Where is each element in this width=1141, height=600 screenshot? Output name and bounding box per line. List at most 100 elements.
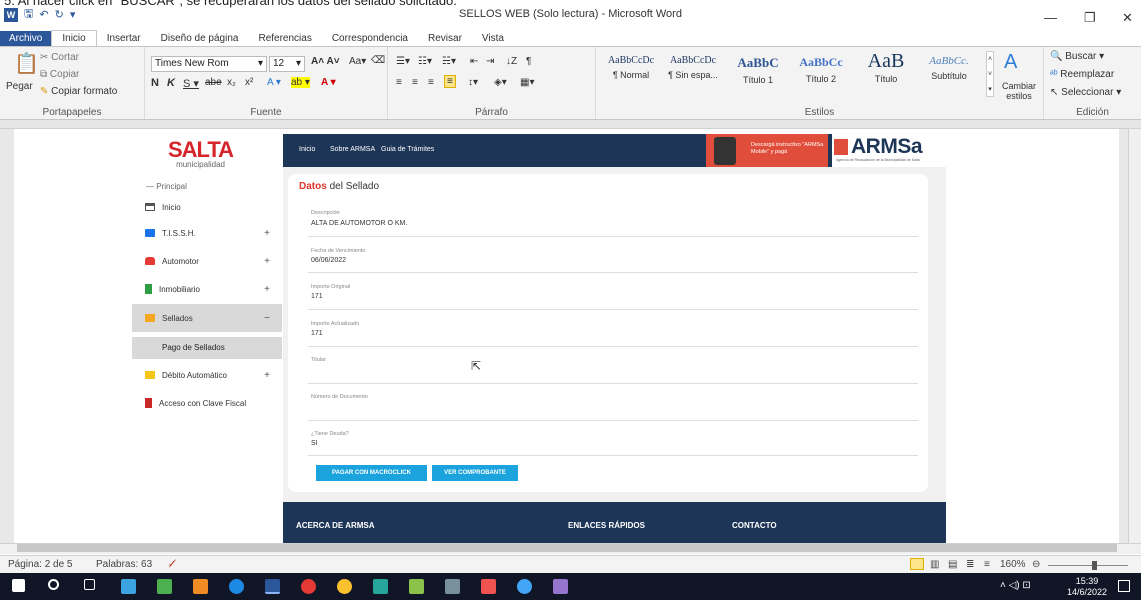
zoom-out-icon[interactable]: ⊖ bbox=[1032, 559, 1040, 570]
draft-icon[interactable]: ≡ bbox=[984, 559, 990, 570]
tab-correspondencia[interactable]: Correspondencia bbox=[322, 31, 418, 46]
style-titulo-1[interactable]: AaBbC Título 1 bbox=[728, 55, 788, 85]
restore-button[interactable]: ❐ bbox=[1084, 10, 1096, 26]
chrome-icon[interactable] bbox=[337, 579, 352, 594]
proofing-icon[interactable]: ✓̸ bbox=[168, 559, 176, 570]
style-subtitulo[interactable]: AaBbCc. Subtítulo bbox=[918, 55, 980, 81]
sidebar-item-automotor[interactable]: Automotor + bbox=[132, 248, 282, 274]
minimize-button[interactable]: — bbox=[1044, 10, 1057, 25]
copy-button[interactable]: ⧉ Copiar bbox=[40, 69, 79, 80]
text-effects-icon[interactable]: A ▾ bbox=[267, 77, 281, 88]
style-titulo-2[interactable]: AaBbCc Título 2 bbox=[790, 55, 852, 84]
ver-comprobante-button[interactable]: VER COMPROBANTE bbox=[432, 465, 518, 481]
clear-format-icon[interactable]: ⌫ bbox=[371, 55, 385, 66]
select-button[interactable]: ↖ Seleccionar ▾ bbox=[1050, 87, 1121, 98]
style-normal[interactable]: AaBbCcDc ¶ Normal bbox=[602, 55, 660, 80]
font-size-select[interactable]: 12 ▾ bbox=[269, 56, 305, 72]
expand-icon[interactable]: + bbox=[264, 228, 270, 239]
sidebar-subitem-pago-sellados[interactable]: Pago de Sellados bbox=[132, 337, 282, 359]
bullets-icon[interactable]: ☰▾ bbox=[396, 56, 410, 67]
expand-icon[interactable]: + bbox=[264, 284, 270, 295]
task-view-icon[interactable] bbox=[84, 579, 95, 590]
font-color-icon[interactable]: A ▾ bbox=[321, 77, 336, 88]
horizontal-scroll-thumb[interactable] bbox=[17, 544, 1117, 552]
decrease-indent-icon[interactable]: ⇤ bbox=[470, 56, 478, 67]
page-count[interactable]: Página: 2 de 5 bbox=[8, 559, 73, 570]
app-icon-red[interactable] bbox=[301, 579, 316, 594]
sidebar-item-tissh[interactable]: T.I.S.S.H. + bbox=[132, 220, 282, 246]
change-styles-button[interactable]: Cambiar estilos bbox=[998, 81, 1040, 101]
highlight-icon[interactable]: ab ▾ bbox=[291, 77, 310, 88]
sort-icon[interactable]: ↓Z bbox=[506, 56, 517, 67]
find-button[interactable]: 🔍 Buscar ▾ bbox=[1050, 51, 1104, 62]
app-icon-teal[interactable] bbox=[373, 579, 388, 594]
windows-start-icon[interactable] bbox=[12, 579, 25, 592]
tab-archivo[interactable]: Archivo bbox=[0, 30, 52, 46]
nav-guia-tramites[interactable]: Guia de Trámites bbox=[381, 146, 434, 153]
grow-font-icon[interactable]: A˄ A˅ bbox=[311, 56, 340, 67]
replace-button[interactable]: ᵃᵇ Reemplazar bbox=[1050, 69, 1114, 80]
line-spacing-icon[interactable]: ↕▾ bbox=[468, 77, 478, 88]
cut-button[interactable]: ✂ Cortar bbox=[40, 52, 79, 63]
underline-icon[interactable]: S ▾ bbox=[183, 77, 199, 90]
sidebar-item-clave-fiscal[interactable]: Acceso con Clave Fiscal bbox=[132, 390, 282, 416]
shading-icon[interactable]: ◈▾ bbox=[494, 77, 507, 88]
app-icon-gray[interactable] bbox=[445, 579, 460, 594]
expand-icon[interactable]: + bbox=[264, 370, 270, 381]
borders-icon[interactable]: ▦▾ bbox=[520, 77, 534, 88]
pagar-macroclick-button[interactable]: PAGAR CON MACROCLICK bbox=[316, 465, 427, 481]
notifications-icon[interactable] bbox=[1118, 580, 1130, 592]
style-sin-espaciado[interactable]: AaBbCcDc ¶ Sin espa... bbox=[662, 55, 724, 80]
style-titulo[interactable]: AaB Título bbox=[856, 50, 916, 84]
align-left-icon[interactable]: ≡ bbox=[396, 77, 402, 88]
system-tray-icons[interactable]: ˄ ◁) ⊡ bbox=[1000, 580, 1031, 591]
vertical-scrollbar[interactable] bbox=[1128, 129, 1141, 543]
close-button[interactable]: ✕ bbox=[1122, 10, 1133, 26]
align-center-icon[interactable]: ≡ bbox=[412, 77, 418, 88]
tab-revisar[interactable]: Revisar bbox=[418, 31, 472, 46]
italic-icon[interactable]: K bbox=[167, 77, 175, 89]
app-icon-orange[interactable] bbox=[193, 579, 208, 594]
zoom-level[interactable]: 160% bbox=[1000, 559, 1026, 570]
sidebar-item-inicio[interactable]: Inicio bbox=[132, 194, 282, 220]
outline-icon[interactable]: ≣ bbox=[966, 559, 974, 570]
footer-contacto[interactable]: CONTACTO bbox=[732, 521, 777, 530]
justify-icon[interactable]: ≡ bbox=[444, 75, 456, 88]
increase-indent-icon[interactable]: ⇥ bbox=[486, 56, 494, 67]
format-painter-button[interactable]: ✎ Copiar formato bbox=[40, 86, 117, 97]
tab-insertar[interactable]: Insertar bbox=[97, 31, 151, 46]
edge-legacy-icon[interactable] bbox=[229, 579, 244, 594]
word-count[interactable]: Palabras: 63 bbox=[96, 559, 152, 570]
collapse-icon[interactable]: − bbox=[264, 313, 270, 324]
footer-enlaces[interactable]: ENLACES RÁPIDOS bbox=[568, 521, 645, 530]
paste-icon[interactable]: 📋 bbox=[14, 51, 39, 76]
zoom-slider[interactable] bbox=[1048, 565, 1128, 566]
web-layout-icon[interactable]: ▤ bbox=[948, 559, 957, 570]
change-case-icon[interactable]: Aa▾ bbox=[349, 56, 366, 67]
numbering-icon[interactable]: ☷▾ bbox=[418, 56, 432, 67]
align-right-icon[interactable]: ≡ bbox=[428, 77, 434, 88]
show-marks-icon[interactable]: ¶ bbox=[526, 56, 531, 67]
tab-inicio[interactable]: Inicio bbox=[51, 30, 97, 46]
expand-icon[interactable]: + bbox=[264, 256, 270, 267]
change-styles-icon[interactable]: A bbox=[1004, 51, 1017, 74]
internet-explorer-icon[interactable] bbox=[517, 579, 532, 594]
zoom-slider-handle[interactable] bbox=[1092, 561, 1097, 570]
promo-banner[interactable]: Descargá instructivo "ARMSa Mobile" y pa… bbox=[706, 134, 828, 167]
app-icon-lime[interactable] bbox=[409, 579, 424, 594]
multilevel-list-icon[interactable]: ☵▾ bbox=[442, 56, 456, 67]
app-icon-green[interactable] bbox=[157, 579, 172, 594]
nav-inicio[interactable]: Inicio bbox=[299, 146, 315, 153]
strikethrough-icon[interactable]: abe bbox=[205, 77, 222, 88]
read-mode-icon[interactable]: ▥ bbox=[930, 559, 939, 570]
tab-referencias[interactable]: Referencias bbox=[248, 31, 321, 46]
paste-button[interactable]: Pegar bbox=[6, 81, 33, 92]
styles-scroll[interactable]: ˄ ˅ ▾ bbox=[986, 51, 994, 97]
bold-icon[interactable]: N bbox=[151, 77, 159, 89]
clock[interactable]: 15:39 14/6/2022 bbox=[1067, 576, 1107, 598]
app-icon-pink[interactable] bbox=[481, 579, 496, 594]
search-icon[interactable] bbox=[48, 579, 59, 590]
sidebar-item-sellados[interactable]: Sellados − bbox=[132, 304, 282, 332]
sidebar-item-inmobiliario[interactable]: Inmobiliario + bbox=[132, 276, 282, 302]
tab-vista[interactable]: Vista bbox=[472, 31, 514, 46]
